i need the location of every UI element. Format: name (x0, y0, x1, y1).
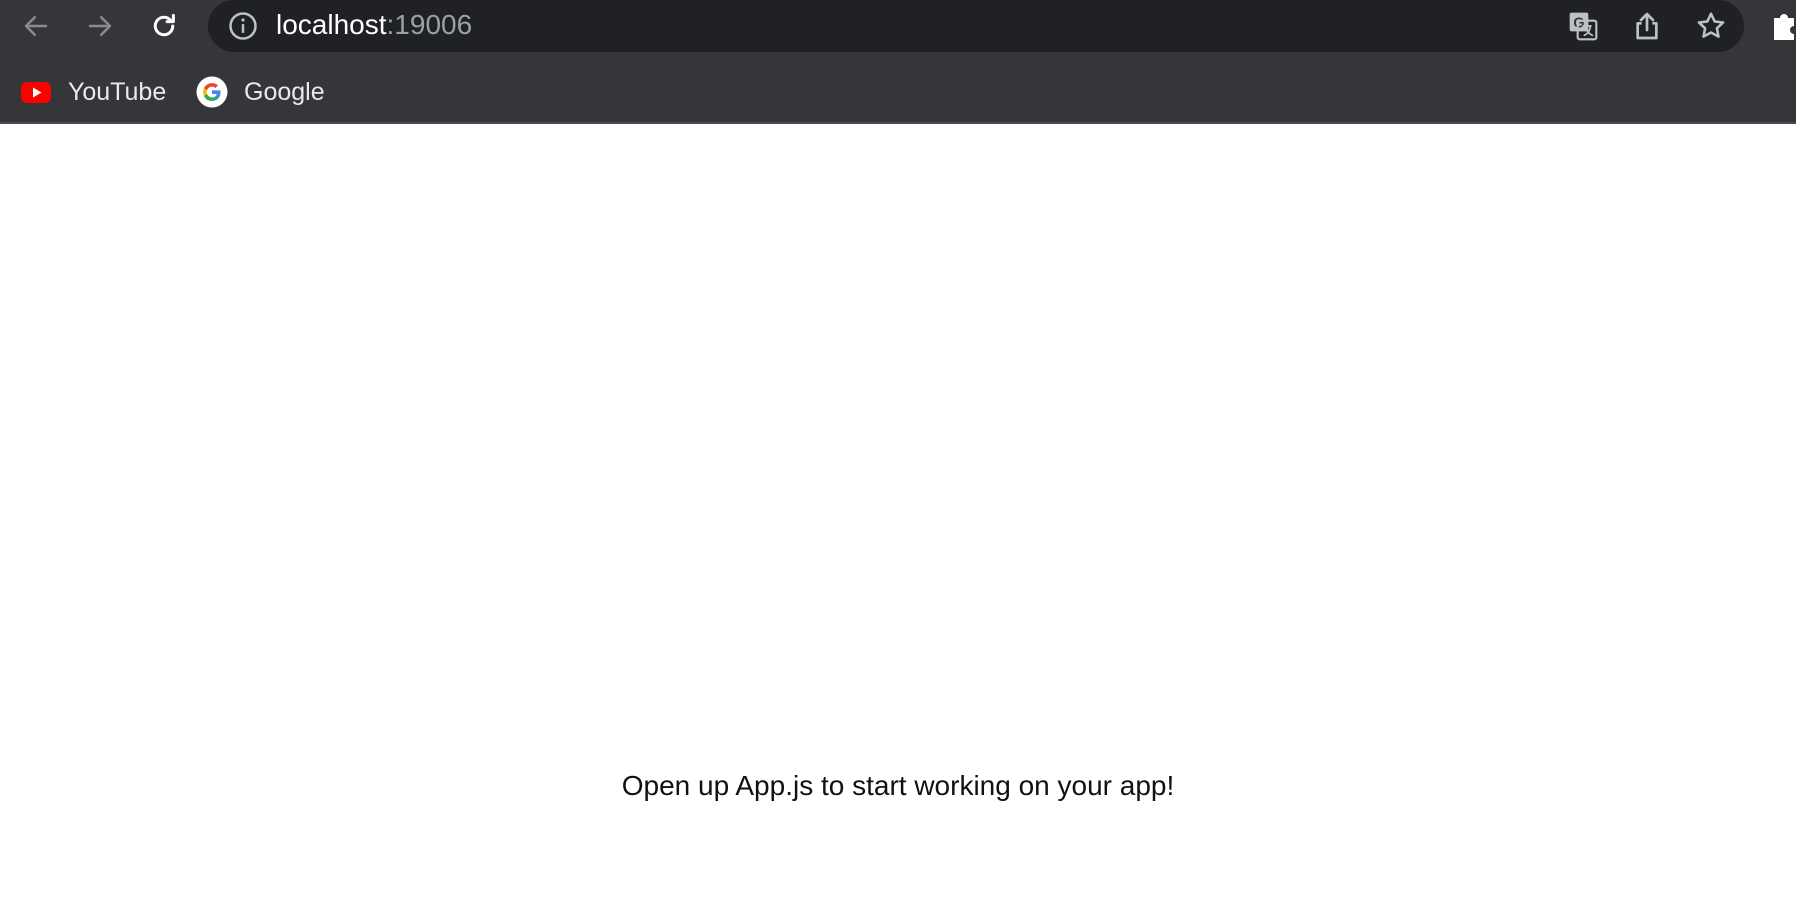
bookmark-label: YouTube (68, 77, 167, 106)
arrow-left-icon (24, 16, 48, 36)
browser-chrome: localhost:19006 G YouTube Google (0, 0, 1796, 124)
translate-button[interactable]: G (1564, 7, 1602, 45)
page-content: Open up App.js to start working on your … (0, 124, 1796, 908)
translate-icon: G (1569, 12, 1598, 41)
back-button[interactable] (14, 4, 58, 48)
star-icon (1697, 12, 1725, 38)
svg-text:G: G (1573, 15, 1584, 31)
share-icon (1636, 12, 1658, 40)
youtube-icon (21, 82, 51, 103)
url-text[interactable]: localhost:19006 (276, 0, 472, 50)
bookmark-youtube[interactable]: YouTube (20, 72, 166, 112)
reload-button[interactable] (142, 4, 186, 48)
app-message: Open up App.js to start working on your … (621, 770, 1175, 801)
url-host: localhost (276, 9, 387, 40)
bookmark-google[interactable]: Google (196, 72, 325, 112)
reload-icon (153, 13, 175, 37)
info-icon[interactable] (228, 11, 258, 41)
forward-button[interactable] (78, 4, 122, 48)
extensions-button[interactable] (1770, 8, 1796, 44)
url-port: :19006 (386, 9, 473, 40)
google-icon (196, 76, 228, 108)
arrow-right-icon (88, 16, 112, 36)
share-button[interactable] (1628, 7, 1666, 45)
bookmark-label: Google (244, 77, 325, 106)
puzzle-icon (1774, 14, 1794, 40)
address-bar[interactable]: localhost:19006 G (208, 0, 1744, 52)
bookmark-star-button[interactable] (1692, 7, 1730, 45)
